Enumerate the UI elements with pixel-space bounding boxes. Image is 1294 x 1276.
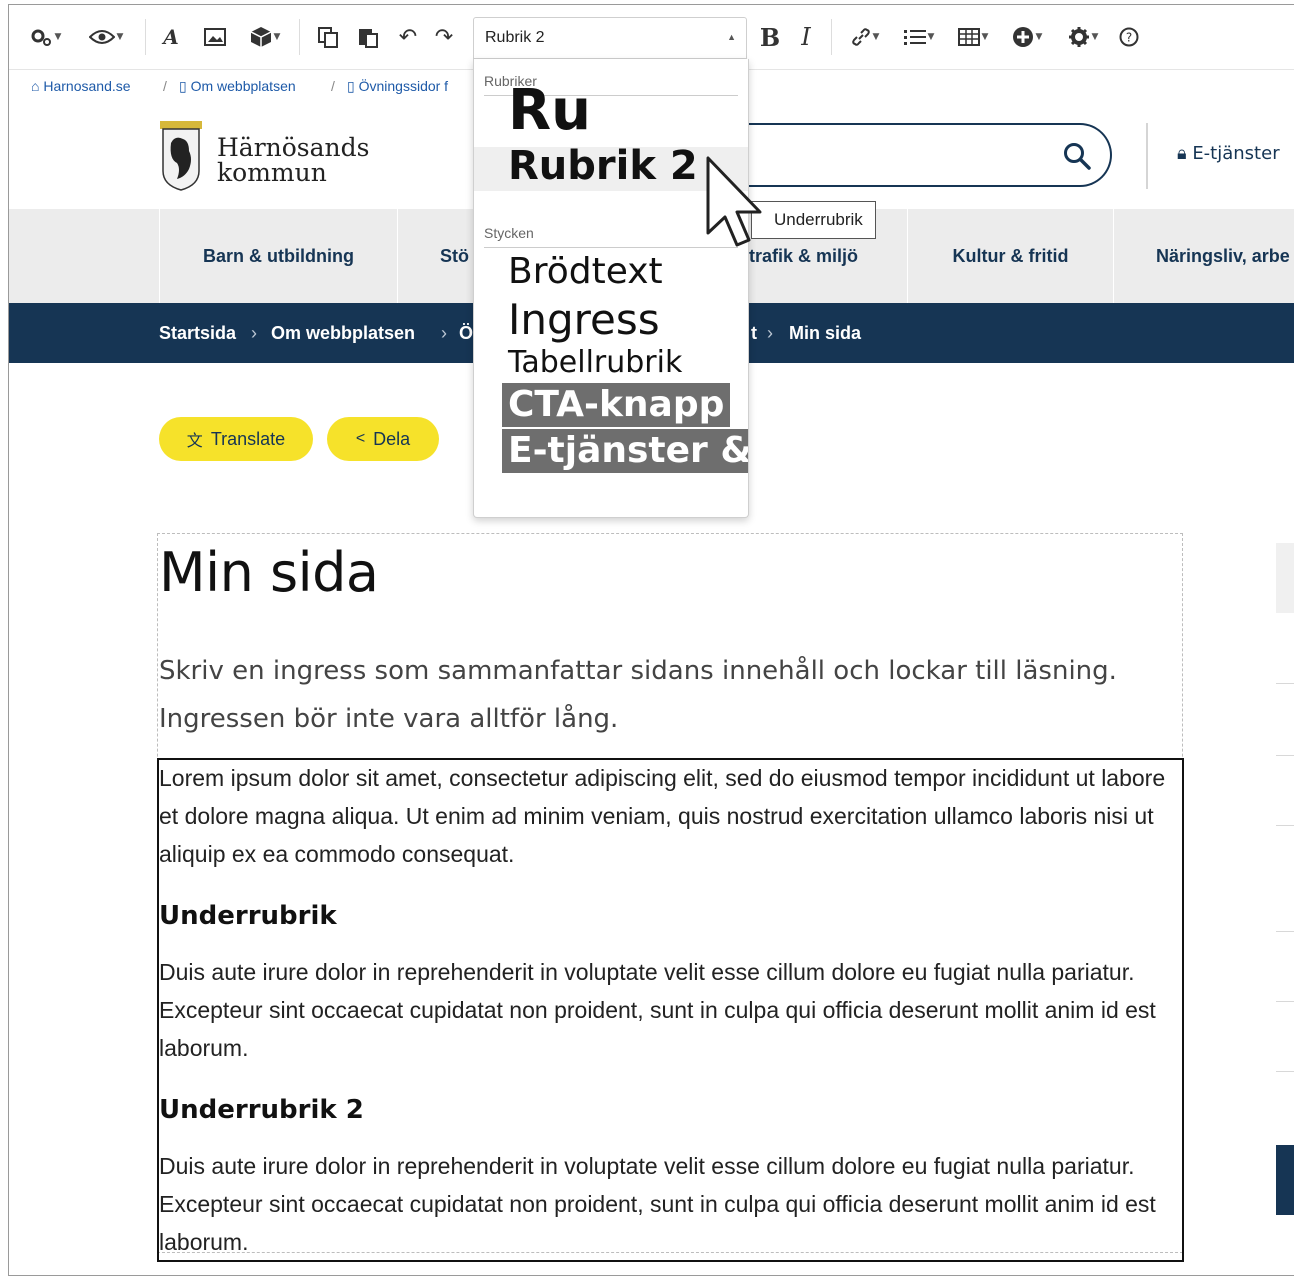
sidebar-divider <box>1276 825 1294 826</box>
sidebar-divider <box>1276 683 1294 684</box>
format-option-table-heading[interactable]: Tabellrubrik <box>508 345 682 380</box>
format-option-cta[interactable]: CTA-knapp <box>502 383 731 427</box>
lock-icon: 🔒︎ <box>1177 143 1187 164</box>
breadcrumb-item[interactable]: Ö <box>459 323 473 344</box>
chevron-right-icon: › <box>441 323 447 343</box>
format-select-value: Rubrik 2 <box>485 29 545 46</box>
mouse-cursor-icon <box>706 156 762 247</box>
share-button[interactable]: < Dela <box>327 417 439 461</box>
logo-line: Härnösands <box>217 133 370 162</box>
redo-icon[interactable]: ↷ <box>429 23 459 51</box>
format-option-body[interactable]: Brödtext <box>508 251 663 292</box>
tooltip: Underrubrik <box>751 201 876 239</box>
settings-menu-icon[interactable]: ▼ <box>27 23 63 51</box>
translate-icon: 文 <box>186 433 203 450</box>
paste-text-icon[interactable] <box>313 23 343 51</box>
link-icon[interactable]: ▼ <box>845 23 885 51</box>
sidebar-divider <box>1276 1071 1294 1072</box>
nav-item-naringsliv[interactable]: Näringsliv, arbe <box>1113 209 1294 303</box>
share-label: Dela <box>373 428 411 449</box>
coat-of-arms-icon <box>160 121 202 191</box>
svg-text:?: ? <box>1126 31 1132 45</box>
page-title[interactable]: Min sida <box>159 541 379 604</box>
config-gear-icon[interactable]: ▼ <box>1063 23 1103 51</box>
sidebar-panel <box>1276 543 1294 613</box>
help-icon[interactable]: ? <box>1115 23 1143 51</box>
font-style-icon[interactable]: A <box>157 23 185 51</box>
body-paragraph[interactable]: Lorem ipsum dolor sit amet, consectetur … <box>159 759 1181 873</box>
eservices-label: E-tjänster <box>1192 143 1280 164</box>
subheading[interactable]: Underrubrik 2 <box>159 1095 364 1125</box>
nav-item-kultur-fritid[interactable]: Kultur & fritid <box>907 209 1113 303</box>
format-option-heading1[interactable]: Ru <box>508 83 591 133</box>
path-separator: / <box>163 78 167 94</box>
sidebar-divider <box>1276 1001 1294 1002</box>
breadcrumb-item[interactable]: Om webbplatsen <box>271 323 415 344</box>
subheading[interactable]: Underrubrik <box>159 901 337 931</box>
ingress-text[interactable]: Skriv en ingress som sammanfattar sidans… <box>159 647 1179 743</box>
format-dropdown: Rubriker Ru Rubrik 2 Stycken Brödtext In… <box>473 59 749 518</box>
header-divider <box>1146 123 1148 189</box>
search-input[interactable] <box>729 123 1112 187</box>
toolbar-separator <box>299 19 300 55</box>
chevron-right-icon: › <box>251 323 257 343</box>
logo[interactable]: Härnösands kommun <box>217 135 369 185</box>
block-cube-icon[interactable]: ▼ <box>245 23 285 51</box>
undo-icon[interactable]: ↶ <box>393 23 423 51</box>
format-option-heading2[interactable]: Rubrik 2 <box>508 143 698 189</box>
share-icon: < <box>355 430 366 447</box>
group-heading: Stycken <box>484 225 534 241</box>
chevron-right-icon: › <box>767 323 773 343</box>
table-icon[interactable]: ▼ <box>953 23 993 51</box>
path-item-home[interactable]: ⌂ Harnosand.se <box>31 78 131 94</box>
italic-button[interactable]: I <box>793 23 819 51</box>
translate-button[interactable]: 文 Translate <box>159 417 313 461</box>
insert-plus-icon[interactable]: ▼ <box>1007 23 1047 51</box>
browser-frame: ▼ ▼ A ▼ ↶ ↷ Rubrik 2 ▲ B I ▼ ▼ ▼ ▼ ▼ ? ⌂… <box>8 4 1294 1276</box>
breadcrumb-item[interactable]: t <box>751 323 757 344</box>
chevron-up-icon: ▲ <box>727 32 736 42</box>
sidebar-divider <box>1276 755 1294 756</box>
translate-label: Translate <box>210 428 286 449</box>
breadcrumb-item[interactable]: Startsida <box>159 323 236 344</box>
list-icon[interactable]: ▼ <box>899 23 939 51</box>
body-paragraph[interactable]: Duis aute irure dolor in reprehenderit i… <box>159 953 1181 1067</box>
eservices-link[interactable]: 🔒︎ E-tjänster <box>1177 143 1280 164</box>
toolbar-separator <box>831 19 832 55</box>
format-option-eservice[interactable]: E-tjänster & <box>502 429 748 473</box>
group-divider <box>484 247 738 248</box>
body-paragraph[interactable]: Duis aute irure dolor in reprehenderit i… <box>159 1147 1181 1261</box>
search-icon[interactable] <box>1062 141 1092 171</box>
breadcrumb-current: Min sida <box>789 323 862 343</box>
path-item-page[interactable]: ▯ Övningssidor f <box>347 78 448 95</box>
toolbar-separator <box>145 19 146 55</box>
format-select[interactable]: Rubrik 2 ▲ <box>473 17 747 59</box>
sidebar-panel-dark <box>1276 1145 1294 1215</box>
paste-word-icon[interactable] <box>353 23 383 51</box>
preview-eye-icon[interactable]: ▼ <box>85 23 127 51</box>
sidebar-divider <box>1276 931 1294 932</box>
bold-button[interactable]: B <box>757 23 783 52</box>
path-item-page[interactable]: ▯ Om webbplatsen <box>179 78 296 95</box>
nav-item-barn-utbildning[interactable]: Barn & utbildning <box>159 209 397 303</box>
format-option-ingress[interactable]: Ingress <box>508 295 660 344</box>
image-icon[interactable] <box>201 23 229 51</box>
logo-line: kommun <box>217 158 327 187</box>
path-separator: / <box>331 78 335 94</box>
